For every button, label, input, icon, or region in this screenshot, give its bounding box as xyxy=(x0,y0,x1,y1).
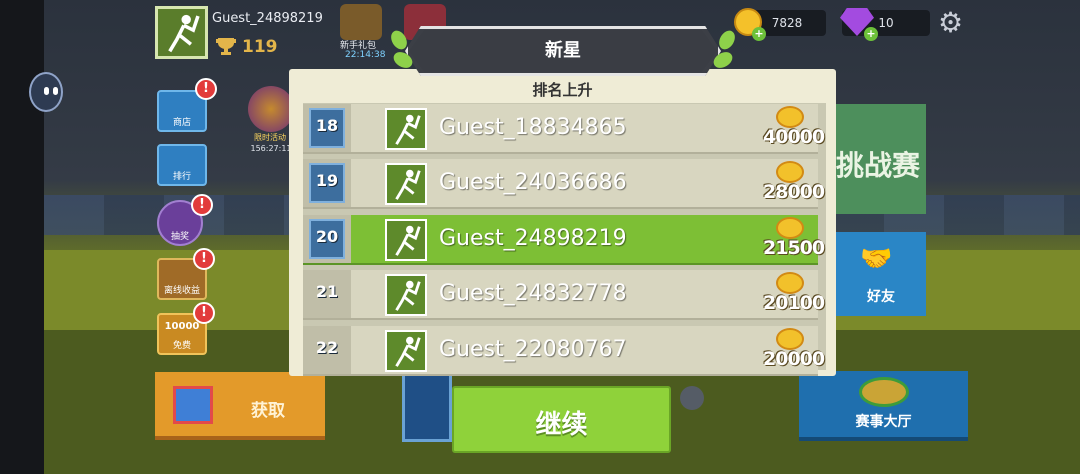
chest-icon xyxy=(402,372,452,442)
ranking-row: 18 Guest_18834865 40000 xyxy=(303,104,825,154)
rank-up-subtitle: 排名上升 xyxy=(532,81,593,99)
laurel-badge-icon xyxy=(859,377,909,407)
get-label: 获取 xyxy=(251,401,285,421)
starter-gift-icon[interactable] xyxy=(340,4,382,40)
shop-label: 商店 xyxy=(172,118,191,128)
get-button[interactable]: 获取 xyxy=(155,372,325,440)
continue-label: 继续 xyxy=(535,410,588,440)
starter-gift-timer: 22:14:38 xyxy=(345,50,386,60)
coin-reward: 20100 xyxy=(763,292,825,314)
rank-number: 22 xyxy=(315,338,339,357)
player-avatar[interactable] xyxy=(155,6,208,59)
coin-icon xyxy=(776,217,804,239)
limited-event-timer: 156:27:11 xyxy=(250,144,292,153)
coin-reward: 40000 xyxy=(763,126,825,148)
lock-icon xyxy=(680,386,704,410)
ranking-list: 18 Guest_18834865 40000 19 Guest_24036686 280… xyxy=(303,103,826,376)
friends-button[interactable]: 🤝 好友 xyxy=(836,232,926,316)
coin-icon xyxy=(776,161,804,183)
player-name: Guest_18834865 xyxy=(439,115,627,140)
assistant-bot-icon[interactable] xyxy=(29,72,63,112)
left-edge-bar xyxy=(0,0,44,474)
player-name: Guest_24036686 xyxy=(439,170,627,195)
limited-event-button[interactable] xyxy=(248,86,294,132)
rank-cell: 21 xyxy=(303,270,351,318)
free-alert-badge: ! xyxy=(193,302,215,324)
offline-earnings-label: 离线收益 xyxy=(163,286,200,296)
lottery-alert-badge: ! xyxy=(191,194,213,216)
rank-number: 19 xyxy=(315,171,339,190)
rank-number: 21 xyxy=(315,282,339,301)
coin-reward: 28000 xyxy=(763,181,825,203)
coin-icon xyxy=(776,106,804,128)
limited-event-label: 限时活动 xyxy=(254,133,286,142)
coin-icon xyxy=(776,328,804,350)
modal-title: 新星 xyxy=(545,40,581,61)
ranking-row: 22 Guest_22080767 20000 xyxy=(303,326,825,376)
friends-label: 好友 xyxy=(867,289,895,305)
rank-cell: 18 xyxy=(303,104,351,152)
player-name: Guest_24898219 xyxy=(212,11,323,26)
rank-up-panel: 排名上升 18 Guest_18834865 40000 19 Guest_240366… xyxy=(289,69,836,376)
coin-icon xyxy=(776,272,804,294)
badminton-player-icon xyxy=(168,14,200,53)
player-name: Guest_24832778 xyxy=(439,281,627,306)
gift-box-icon xyxy=(173,386,213,424)
player-name: Guest_24898219 xyxy=(439,226,627,251)
player-avatar-icon xyxy=(385,219,427,261)
lottery-label: 抽奖 xyxy=(170,232,189,242)
player-avatar-icon xyxy=(385,108,427,150)
ranking-row: 20 Guest_24898219 21500 xyxy=(303,215,825,265)
shop-alert-badge: ! xyxy=(195,78,217,100)
offline-alert-badge: ! xyxy=(193,248,215,270)
settings-gear-icon[interactable]: ⚙ xyxy=(938,9,963,37)
trophy-count: 119 xyxy=(242,37,278,57)
player-avatar-icon xyxy=(385,274,427,316)
add-coins-button[interactable]: + xyxy=(752,27,766,41)
coin-reward: 20000 xyxy=(763,348,825,370)
rank-button[interactable]: 排行 xyxy=(157,144,207,186)
event-hall-label: 赛事大厅 xyxy=(855,414,912,430)
challenge-label: 挑战赛 xyxy=(836,149,921,182)
challenge-button[interactable]: 挑战赛 xyxy=(836,104,926,214)
ranking-row: 19 Guest_24036686 28000 xyxy=(303,159,825,209)
rank-cell: 22 xyxy=(303,326,351,374)
ranking-row: 21 Guest_24832778 20100 xyxy=(303,270,825,320)
rank-cell: 19 xyxy=(303,159,351,207)
rank-label: 排行 xyxy=(172,172,191,182)
rank-number: 18 xyxy=(315,116,339,135)
free-coins-label: 免费 xyxy=(172,341,191,351)
event-hall-button[interactable]: 赛事大厅 xyxy=(799,371,968,441)
continue-button[interactable]: 继续 xyxy=(452,386,671,453)
coin-reward: 21500 xyxy=(763,237,825,259)
player-avatar-icon xyxy=(385,330,427,372)
add-gems-button[interactable]: + xyxy=(864,27,878,41)
trophy-icon xyxy=(216,38,236,55)
player-name: Guest_22080767 xyxy=(439,337,627,362)
rank-cell: 20 xyxy=(303,215,351,263)
rank-number: 20 xyxy=(315,227,339,246)
handshake-icon: 🤝 xyxy=(860,244,893,274)
player-avatar-icon xyxy=(385,163,427,205)
